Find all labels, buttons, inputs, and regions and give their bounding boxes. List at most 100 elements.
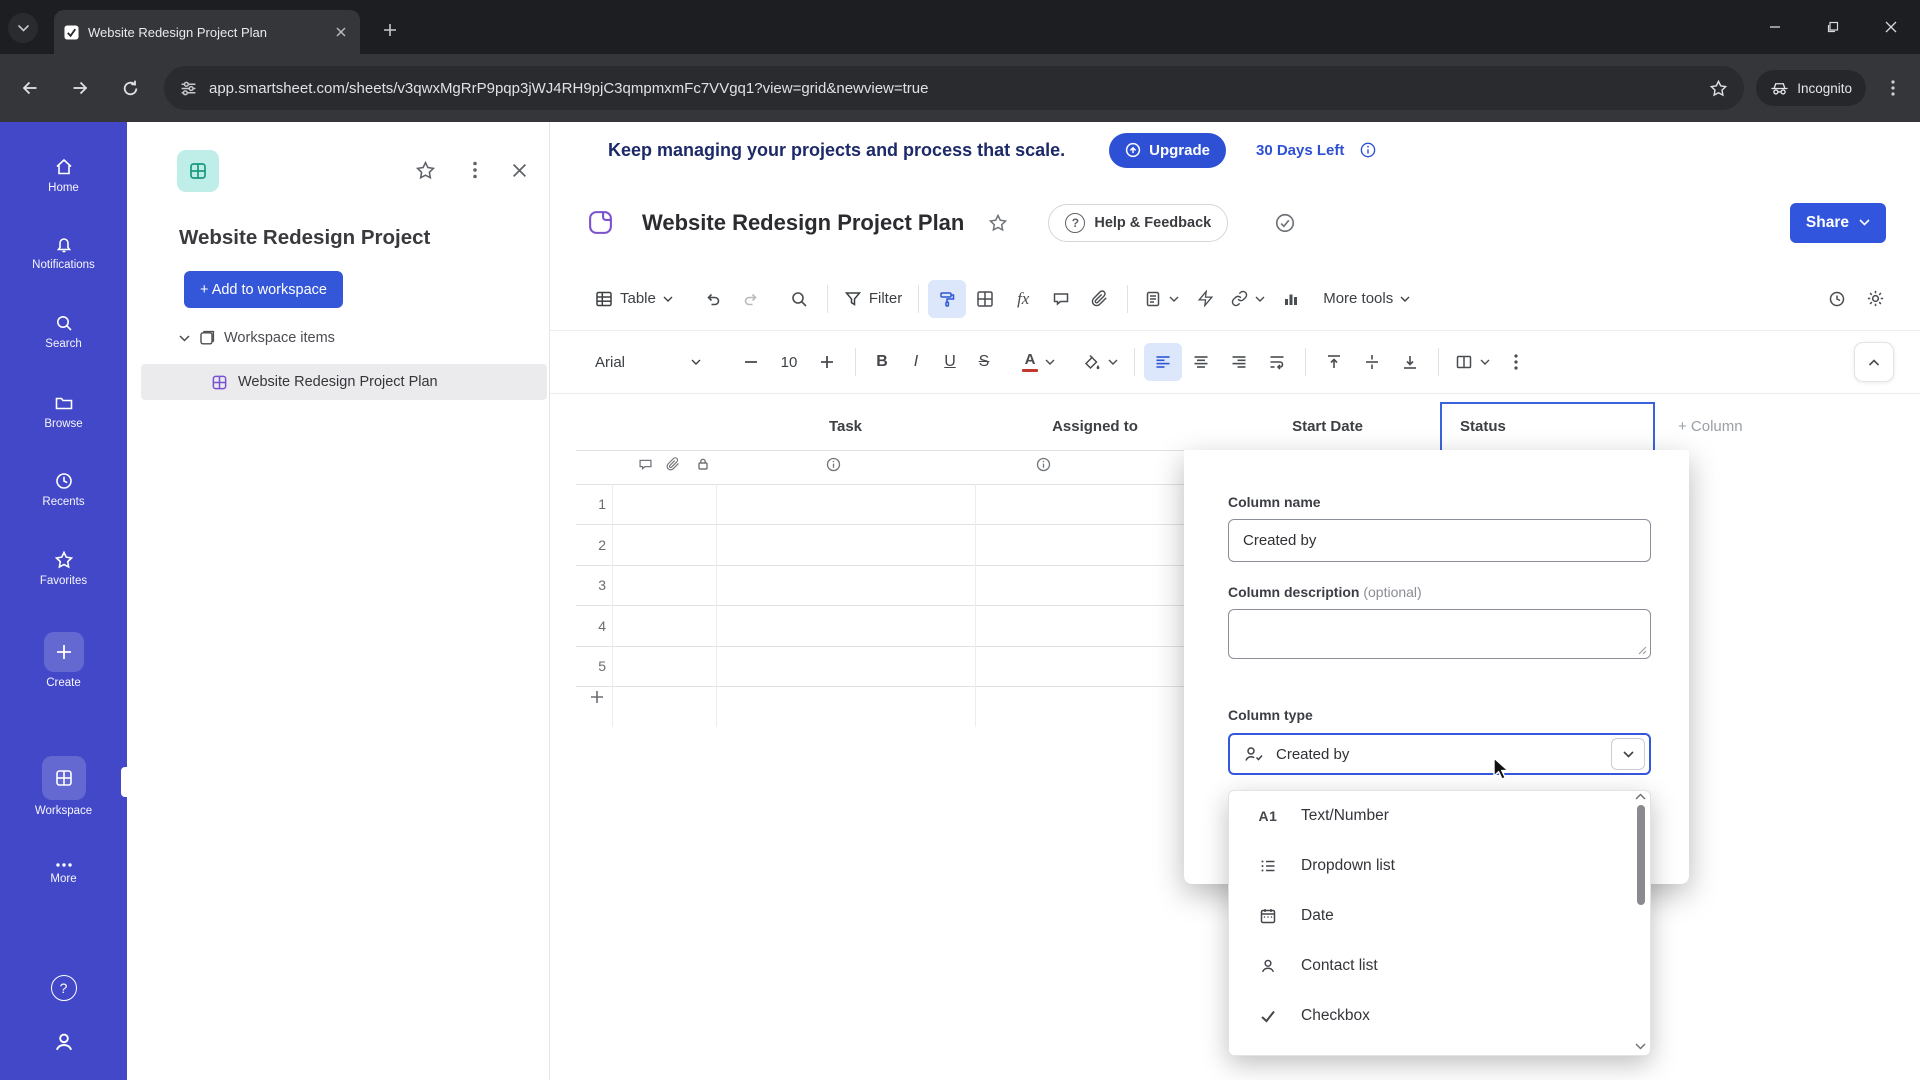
settings-button[interactable] <box>1856 280 1894 318</box>
browser-menu-kebab[interactable] <box>1876 68 1910 108</box>
undo-button[interactable] <box>694 280 732 318</box>
column-name-input[interactable]: Created by <box>1228 519 1651 562</box>
row-number[interactable]: 3 <box>576 565 606 605</box>
type-option-date[interactable]: Date <box>1229 891 1650 941</box>
tab-search-button[interactable] <box>8 13 38 43</box>
new-tab-button[interactable] <box>376 16 404 44</box>
italic-button[interactable]: I <box>899 344 933 380</box>
row-report-button[interactable] <box>1137 280 1186 318</box>
sidebar-account-button[interactable] <box>0 1030 127 1054</box>
type-select-chevron-button[interactable] <box>1611 738 1645 770</box>
type-option-text-number[interactable]: A1 Text/Number <box>1229 791 1650 841</box>
align-left-button[interactable] <box>1144 343 1182 381</box>
column-header-assigned-to[interactable]: Assigned to <box>975 404 1215 450</box>
sidebar-item-workspace[interactable]: Workspace <box>0 756 127 817</box>
add-column-button[interactable]: + Column <box>1678 404 1743 450</box>
type-option-dropdown-list[interactable]: Dropdown list <box>1229 841 1650 891</box>
row-number[interactable]: 5 <box>576 646 606 686</box>
more-tools-button[interactable]: More tools <box>1316 280 1417 318</box>
valign-bottom-button[interactable] <box>1391 343 1429 381</box>
filter-button[interactable]: Filter <box>837 280 909 318</box>
task-info-icon[interactable] <box>826 457 841 472</box>
align-center-button[interactable] <box>1182 343 1220 381</box>
sidebar-item-browse[interactable]: Browse <box>0 393 127 430</box>
window-minimize-button[interactable] <box>1746 0 1804 54</box>
formula-button[interactable]: fx <box>1004 280 1042 318</box>
row-number[interactable]: 4 <box>576 606 606 646</box>
row-number[interactable]: 1 <box>576 484 606 524</box>
attachment-button[interactable] <box>1080 280 1118 318</box>
column-header-start-date[interactable]: Start Date <box>1215 404 1440 450</box>
valign-top-button[interactable] <box>1315 343 1353 381</box>
scroll-down-icon[interactable] <box>1634 1043 1646 1050</box>
sidebar-item-more[interactable]: More <box>0 862 127 885</box>
scroll-up-icon[interactable] <box>1634 793 1646 800</box>
assigned-info-icon[interactable] <box>1036 457 1051 472</box>
window-close-button[interactable] <box>1862 0 1920 54</box>
font-size-increase-button[interactable] <box>808 343 846 381</box>
type-option-contact-list[interactable]: Contact list <box>1229 941 1650 991</box>
column-header-task[interactable]: Task <box>716 404 975 450</box>
column-header-status-selected[interactable]: Status <box>1440 402 1655 452</box>
view-selector-button[interactable]: Table <box>588 280 680 318</box>
align-right-button[interactable] <box>1220 343 1258 381</box>
window-maximize-button[interactable] <box>1804 0 1862 54</box>
type-option-partial[interactable] <box>1229 1041 1650 1055</box>
attachment-column-icon[interactable] <box>666 457 680 471</box>
upgrade-button[interactable]: Upgrade <box>1109 132 1226 168</box>
type-option-checkbox[interactable]: Checkbox <box>1229 991 1650 1041</box>
activity-log-button[interactable] <box>1818 280 1856 318</box>
days-left-link[interactable]: 30 Days Left <box>1256 142 1344 159</box>
strikethrough-button[interactable]: S <box>967 344 1001 380</box>
font-family-select[interactable]: Arial <box>588 343 708 381</box>
url-text[interactable]: app.smartsheet.com/sheets/v3qwxMgRrP9pqp… <box>209 80 1709 97</box>
browser-tab[interactable]: Website Redesign Project Plan <box>54 10 360 54</box>
merge-cells-button[interactable] <box>1448 343 1497 381</box>
column-type-select[interactable]: Created by <box>1228 733 1651 775</box>
panel-close-button[interactable] <box>501 152 537 188</box>
column-description-input[interactable] <box>1228 609 1651 659</box>
search-sheet-button[interactable] <box>780 280 818 318</box>
add-row-button[interactable] <box>590 690 604 704</box>
comment-button[interactable] <box>1042 280 1080 318</box>
share-button[interactable]: Share <box>1789 202 1886 243</box>
valign-middle-button[interactable] <box>1353 343 1391 381</box>
forward-button[interactable] <box>60 68 100 108</box>
row-number[interactable]: 2 <box>576 525 606 565</box>
sidebar-item-recents[interactable]: Recents <box>0 471 127 508</box>
back-button[interactable] <box>10 68 50 108</box>
font-size-decrease-button[interactable] <box>732 343 770 381</box>
automation-button[interactable] <box>1186 280 1224 318</box>
site-settings-icon[interactable] <box>180 80 197 97</box>
bold-button[interactable]: B <box>865 344 899 380</box>
fill-color-button[interactable] <box>1076 343 1125 381</box>
collapse-toolbar-button[interactable] <box>1854 342 1894 382</box>
cell-format-button[interactable] <box>966 280 1004 318</box>
tab-close-icon[interactable] <box>332 23 350 41</box>
add-to-workspace-button[interactable]: + Add to workspace <box>184 271 343 308</box>
comment-column-icon[interactable] <box>638 457 653 472</box>
sidebar-item-notifications[interactable]: Notifications <box>0 234 127 271</box>
text-color-button[interactable]: A <box>1015 343 1062 381</box>
sidebar-item-create[interactable]: Create <box>0 632 127 689</box>
resize-grip-icon[interactable] <box>1638 646 1647 655</box>
help-feedback-button[interactable]: ? Help & Feedback <box>1048 203 1229 242</box>
format-kebab-button[interactable] <box>1497 343 1535 381</box>
favorite-sheet-star-icon[interactable] <box>988 213 1008 233</box>
info-icon[interactable] <box>1360 142 1376 158</box>
link-button[interactable] <box>1224 280 1272 318</box>
redo-button[interactable] <box>732 280 770 318</box>
url-bar[interactable]: app.smartsheet.com/sheets/v3qwxMgRrP9pqp… <box>164 66 1745 110</box>
bookmark-star-icon[interactable] <box>1709 79 1728 98</box>
text-wrap-button[interactable] <box>1258 343 1296 381</box>
favorite-star-button[interactable] <box>407 152 443 188</box>
paint-format-button[interactable] <box>928 279 967 318</box>
sidebar-item-search[interactable]: Search <box>0 313 127 350</box>
underline-button[interactable]: U <box>933 344 967 380</box>
sidebar-help-button[interactable]: ? <box>0 975 127 1001</box>
sidebar-item-home[interactable]: Home <box>0 157 127 194</box>
dropdown-scrollbar-thumb[interactable] <box>1637 805 1645 905</box>
chart-button[interactable] <box>1272 280 1310 318</box>
reload-button[interactable] <box>110 68 150 108</box>
sidebar-item-favorites[interactable]: Favorites <box>0 550 127 587</box>
